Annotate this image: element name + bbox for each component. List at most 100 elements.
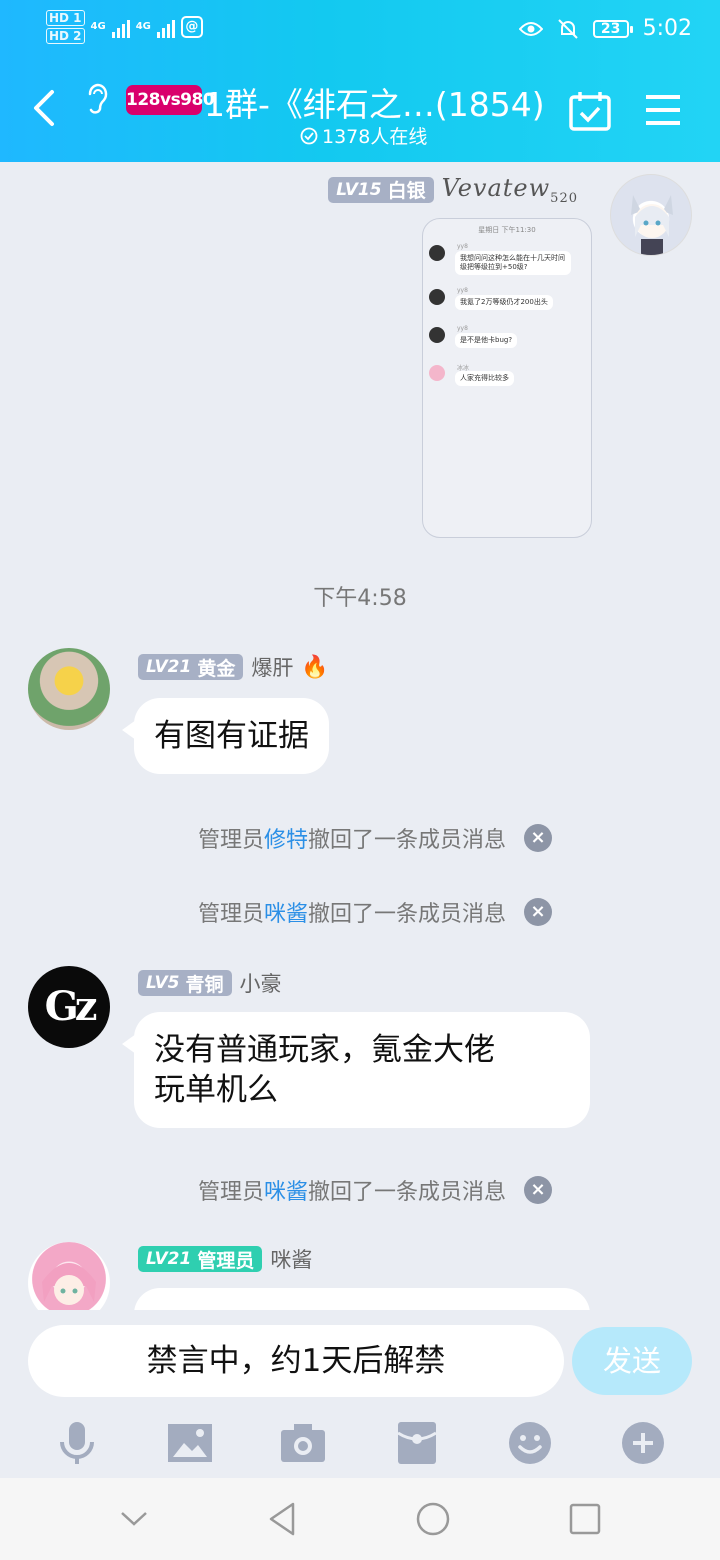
red-packet-icon[interactable] [393,1419,441,1467]
recall-notice: 管理员咪酱撤回了一条成员消息 × [0,896,720,928]
clock: 5:02 [642,16,692,41]
back-nav-icon[interactable] [267,1501,297,1537]
level-badge: LV15 白银 [328,176,434,203]
recall-suffix: 撤回了一条成员消息 [308,902,507,927]
admin-link[interactable]: 咪酱 [264,902,308,927]
sender-name[interactable]: 小豪 [240,968,282,998]
group-title[interactable]: 1群-《绯石之…(1854) [204,78,556,126]
group-checkin-icon[interactable] [568,90,612,132]
sender-name[interactable]: Vevatew520 [442,174,578,206]
avatar[interactable] [28,648,110,730]
recall-text: 管理员咪酱撤回了一条成员消息 [198,1174,506,1206]
level-badge: LV5 青铜 [138,970,232,996]
menu-icon[interactable] [644,93,682,127]
microphone-icon[interactable] [53,1419,101,1467]
battery-icon: 23 [592,19,633,38]
online-count: 1378人在线 [300,122,427,149]
avatar[interactable]: Gz [28,966,110,1048]
recall-suffix: 撤回了一条成员消息 [308,828,507,853]
image-msg: 冰冰 人家充得比较多 [429,363,591,393]
send-button[interactable]: 发送 [572,1327,692,1395]
sender-name-text: Vevatew [441,174,551,202]
hd-indicator-2: HD 2 [46,28,85,44]
recall-prefix: 管理员 [197,902,264,927]
recall-suffix: 撤回了一条成员消息 [308,1180,507,1205]
camera-icon[interactable] [279,1419,327,1467]
image-msg: yy8 是不是他卡bug? [429,325,591,355]
image-message[interactable]: 星期日 下午11:30 yy8 我想问问这种怎么能在十几天时间级把等级拉到+50级… [422,218,592,538]
eye-icon [518,21,543,36]
recall-text: 管理员修特撤回了一条成员消息 [198,822,506,854]
avatar-art [42,1263,96,1305]
message-text-line: 玩单机么 [154,1072,278,1108]
image-msg-name: yy8 [457,243,468,250]
input-bar: 禁言中，约1天后解禁 发送 [0,1310,720,1408]
image-msg-text: 我氪了2万等级仍才200出头 [455,295,553,310]
avatar[interactable] [610,174,692,256]
image-msg: yy8 我氪了2万等级仍才200出头 [429,287,591,317]
message-list[interactable]: LV15 白银 Vevatew520 星期日 下午11:30 yy8 我想问问这种… [0,162,720,1310]
sender-meta: LV5 青铜 小豪 [138,968,282,998]
message-bubble[interactable]: 有图有证据 [122,698,329,774]
sender-meta: LV15 白银 Vevatew520 [328,174,578,206]
recall-prefix: 管理员 [197,1180,264,1205]
image-msg-name: yy8 [457,325,468,332]
message-bubble[interactable] [134,1288,590,1310]
signal-icon-2 [156,16,175,38]
message-text: 有图有证据 [154,718,309,754]
avatar[interactable] [28,1242,110,1310]
image-msg-text: 是不是他卡bug? [455,333,518,348]
group-logo: 128vs980 [126,85,215,115]
home-nav-icon[interactable] [415,1501,451,1537]
sender-meta: LV21 管理员 咪酱 [138,1244,312,1274]
online-count-label: 1378人在线 [322,126,428,148]
rank-text: 黄金 [197,657,236,680]
level-badge: LV21 管理员 [138,1246,263,1272]
admin-link[interactable]: 修特 [264,828,308,853]
emoji-icon[interactable] [506,1419,554,1467]
qq-notification-icon: @ [180,16,203,38]
close-icon[interactable]: × [524,898,553,926]
back-icon[interactable] [30,88,60,128]
muted-input-field[interactable]: 禁言中，约1天后解禁 [28,1325,564,1397]
image-icon[interactable] [166,1419,214,1467]
rank-text: 白银 [387,180,426,203]
image-msg-text: 人家充得比较多 [455,371,514,386]
close-icon[interactable]: × [524,824,553,852]
sender-name[interactable]: 咪酱 [270,1244,312,1274]
recall-notice: 管理员修特撤回了一条成员消息 × [0,822,720,854]
system-nav-bar [0,1478,720,1560]
level-badge: LV21 黄金 [138,654,244,680]
admin-link[interactable]: 咪酱 [264,1180,308,1205]
message-text-line: 没有普通玩家，氪金大佬 [154,1032,495,1068]
plus-icon[interactable] [619,1419,667,1467]
level-text: LV21 [146,657,192,677]
earpiece-mode-icon[interactable] [84,82,110,118]
level-text: LV21 [146,1249,192,1269]
chat-header: HD 1 HD 2 4G 4G @ 23 5:02 128vs980 1群-《绯… [0,0,720,162]
image-msg-name: yy8 [457,287,468,294]
recall-text: 管理员咪酱撤回了一条成员消息 [198,896,506,928]
close-icon[interactable]: × [524,1176,553,1204]
recents-nav-icon[interactable] [569,1503,601,1535]
network-type-2: 4G [135,21,151,32]
image-msg: yy8 我想问问这种怎么能在十几天时间级把等级拉到+50级? [429,243,591,279]
mute-bell-icon [557,18,578,39]
rank-text: 管理员 [197,1249,255,1272]
network-type-1: 4G [90,21,106,32]
hd-indicator-1: HD 1 [46,10,85,26]
check-circle-icon [300,127,318,144]
status-bar: HD 1 HD 2 4G 4G @ 23 5:02 [0,0,720,62]
sender-name[interactable]: 爆肝 [251,652,293,682]
image-timestamp: 星期日 下午11:30 [478,226,536,234]
flame-icon: 🔥 [301,654,329,680]
signal-icon [111,16,130,38]
hide-keyboard-icon[interactable] [119,1510,149,1528]
avatar-art [631,195,673,255]
recall-prefix: 管理员 [197,828,264,853]
input-toolbar [0,1408,720,1478]
level-text: LV15 [336,179,382,200]
rank-text: 青铜 [185,973,224,996]
sender-meta: LV21 黄金 爆肝 🔥 [138,652,329,682]
message-bubble[interactable]: 没有普通玩家，氪金大佬 玩单机么 [122,1012,590,1128]
